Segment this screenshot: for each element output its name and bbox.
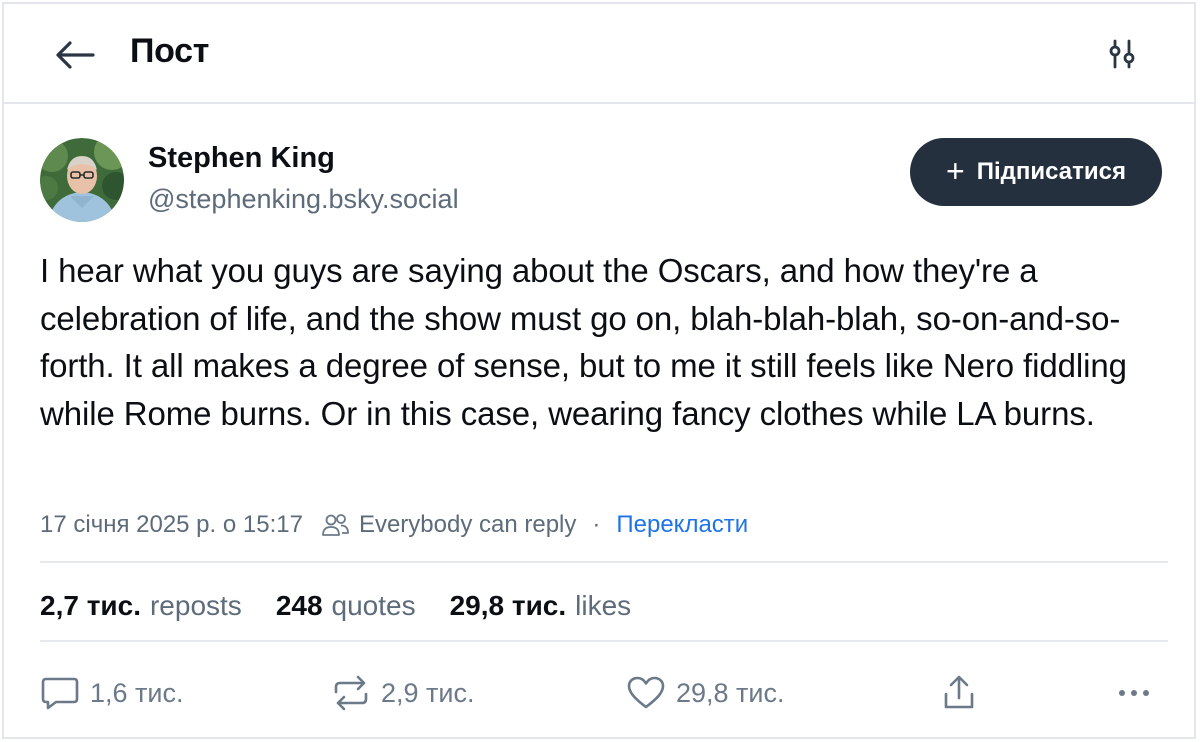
translate-link[interactable]: Перекласти <box>616 511 748 539</box>
post-timestamp: 17 січня 2025 р. о 15:17 <box>40 511 303 538</box>
divider <box>40 640 1168 642</box>
like-button[interactable]: 29,8 тис. <box>626 670 785 716</box>
reply-count: 1,6 тис. <box>90 677 184 708</box>
likes-label: likes <box>575 590 632 621</box>
likes-count: 29,8 тис. <box>449 590 567 621</box>
quotes-label: quotes <box>331 590 416 621</box>
quotes-count: 248 <box>275 590 323 621</box>
arrow-left-icon <box>55 40 95 70</box>
header-bar: Пост <box>4 4 1194 104</box>
follow-button-label: Підписатися <box>976 158 1126 185</box>
like-count: 29,8 тис. <box>676 677 785 708</box>
reply-setting[interactable]: Everybody can reply <box>359 511 576 539</box>
share-button[interactable] <box>939 670 979 716</box>
follow-button[interactable]: + Підписатися <box>910 138 1162 206</box>
plus-icon: + <box>946 152 965 189</box>
author-photo <box>40 138 124 222</box>
reposts-stat[interactable]: 2,7 тис. reposts <box>40 590 242 622</box>
likes-stat[interactable]: 29,8 тис. likes <box>450 590 632 622</box>
share-icon <box>939 674 979 712</box>
people-icon <box>321 513 351 537</box>
repost-icon <box>331 675 371 711</box>
settings-sliders-icon <box>1105 37 1139 71</box>
post-meta: 17 січня 2025 р. о 15:17 Everybody can r… <box>40 507 748 543</box>
reposts-label: reposts <box>149 590 242 621</box>
post-stats: 2,7 тис. reposts 248 quotes 29,8 тис. li… <box>40 586 665 626</box>
divider <box>40 561 1168 563</box>
author-handle[interactable]: @stephenking.bsky.social <box>148 184 459 215</box>
page-title: Пост <box>130 32 210 70</box>
more-options-button[interactable] <box>1114 670 1154 716</box>
quotes-stat[interactable]: 248 quotes <box>276 590 416 622</box>
heart-icon <box>626 675 666 711</box>
reply-button[interactable]: 1,6 тис. <box>40 670 184 716</box>
more-horizontal-icon <box>1114 683 1154 703</box>
speech-bubble-icon <box>40 675 80 711</box>
repost-button[interactable]: 2,9 тис. <box>331 670 475 716</box>
meta-separator: · <box>592 511 601 538</box>
repost-count: 2,9 тис. <box>381 677 475 708</box>
post-text: I hear what you guys are saying about th… <box>40 252 1127 432</box>
post-thread-view: Пост Stephen King @stephenking.bsky.soci… <box>2 2 1196 739</box>
avatar[interactable] <box>40 138 124 222</box>
author-name[interactable]: Stephen King <box>148 142 335 175</box>
reposts-count: 2,7 тис. <box>40 590 141 621</box>
back-button[interactable] <box>52 32 98 78</box>
thread-settings-button[interactable] <box>1102 34 1142 74</box>
